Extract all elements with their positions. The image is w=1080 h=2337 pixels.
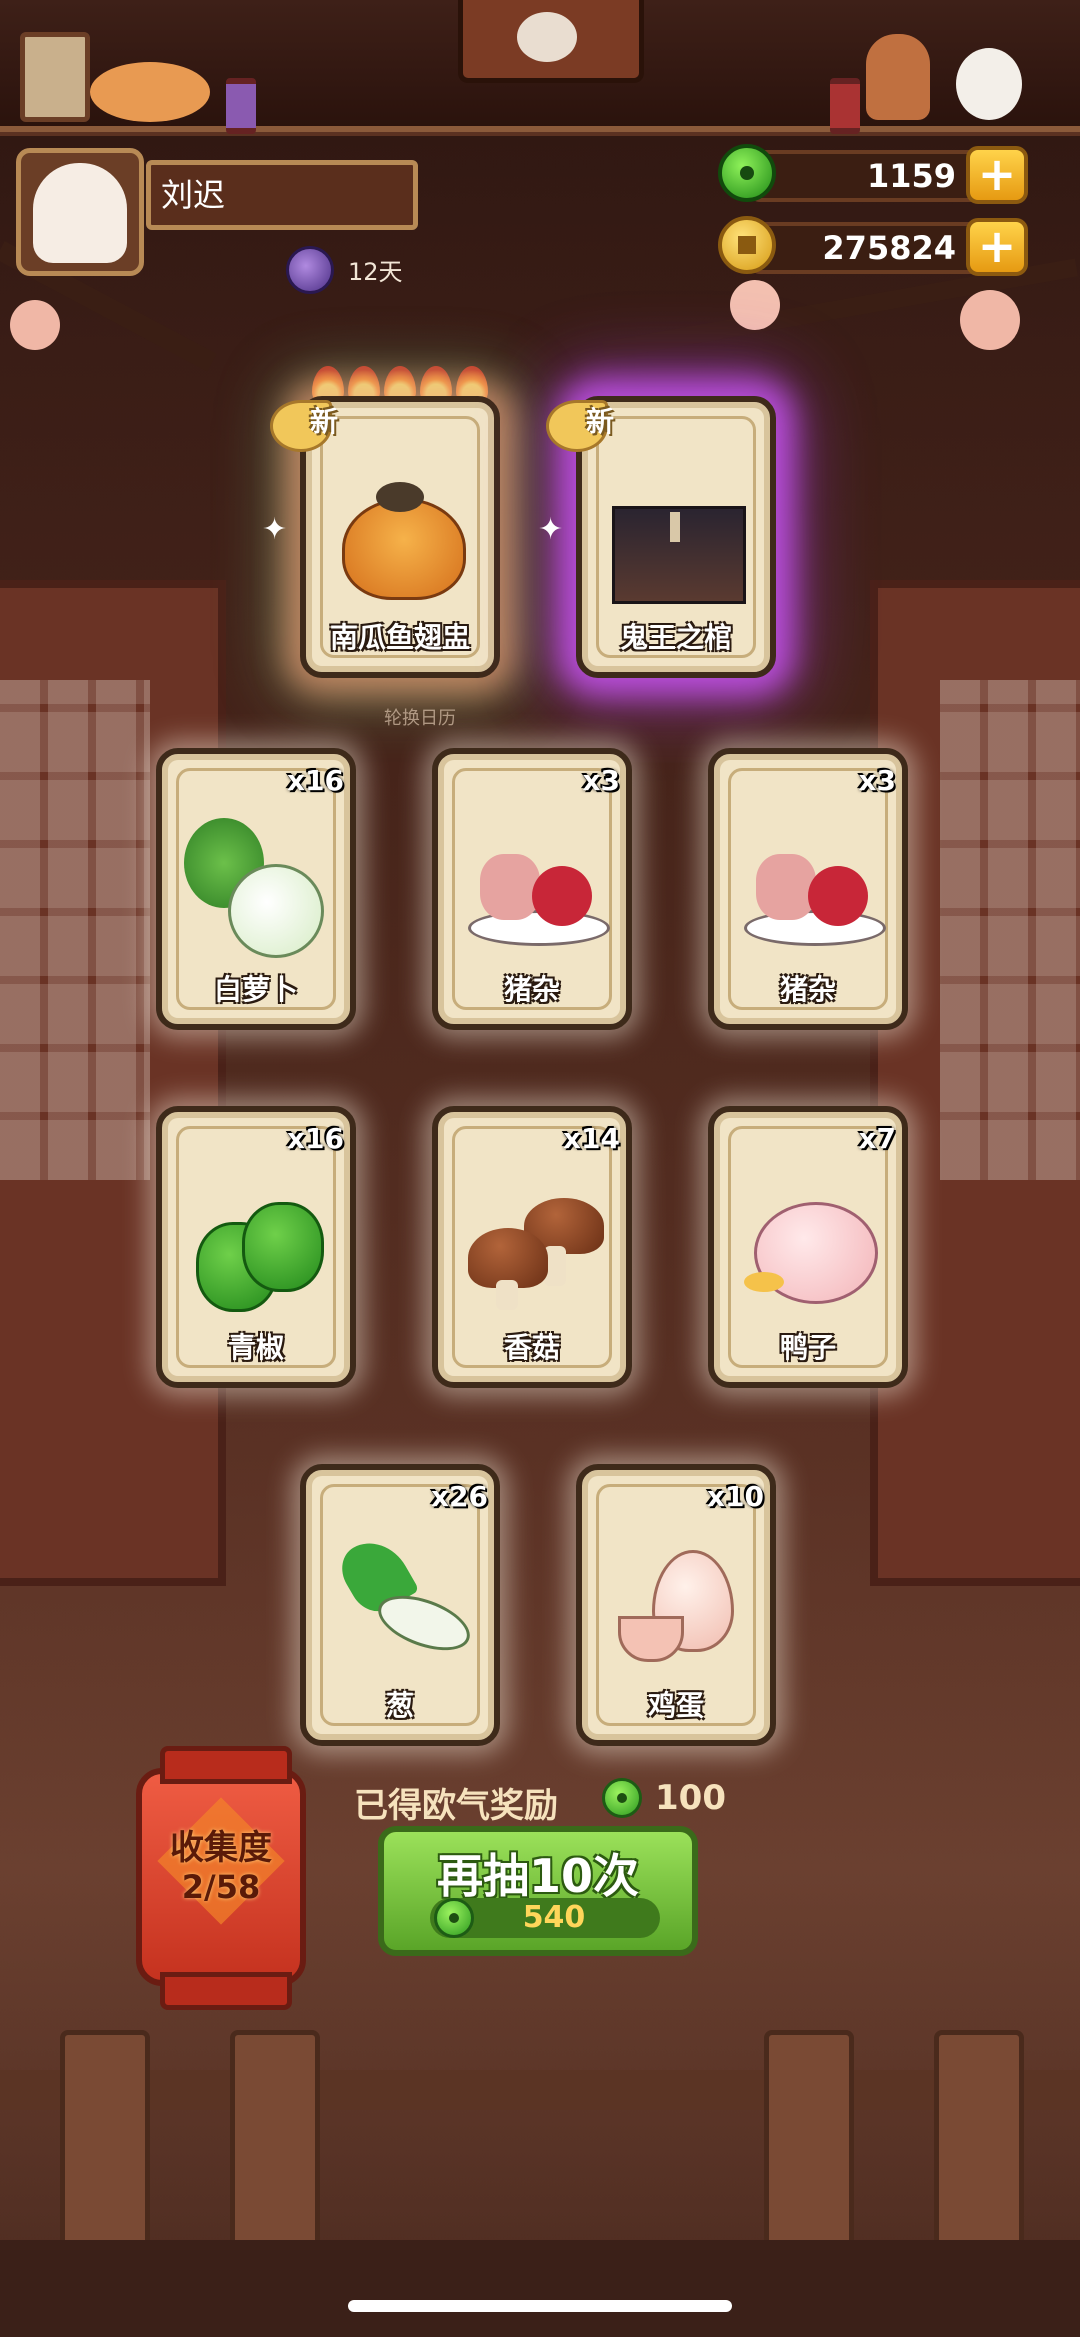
card-quantity: x16 [286, 764, 344, 797]
card-featured-1[interactable]: 新 南瓜鱼翅盅 [270, 396, 500, 678]
card-quantity: x3 [858, 764, 896, 797]
card-item[interactable]: x10 鸡蛋 [576, 1464, 776, 1746]
card-quantity: x7 [858, 1122, 896, 1155]
collection-progress-button[interactable]: 收集度 2/58 [136, 1746, 306, 2010]
card-label: 南瓜鱼翅盅 [329, 621, 470, 654]
shelf-edge [0, 126, 1080, 132]
fence-post [934, 2030, 1024, 2260]
draw-ten-again-button[interactable]: 再抽10次 540 [378, 1826, 698, 1956]
new-badge: 新 [546, 394, 666, 452]
right-lattice [940, 680, 1080, 1180]
collection-label: 收集度 [170, 1828, 272, 1868]
login-days-icon [286, 246, 334, 294]
card-item[interactable]: x16 白萝卜 [156, 748, 356, 1030]
player-name: 刘迟 [146, 160, 418, 230]
luck-reward-amount: 100 [655, 1778, 726, 1818]
card-label: 香菇 [503, 1331, 560, 1364]
pork-offal-icon [468, 814, 610, 954]
card-quantity: x3 [582, 764, 620, 797]
green-pepper-icon [192, 1172, 324, 1312]
draw-ten-label: 再抽10次 [436, 1849, 639, 1903]
card-quantity: x26 [430, 1480, 488, 1513]
white-radish-icon [184, 814, 324, 958]
rotation-calendar-label[interactable]: 轮换日历 [384, 704, 456, 730]
add-coins-button[interactable]: + [966, 218, 1028, 276]
card-item[interactable]: x14 香菇 [432, 1106, 632, 1388]
card-featured-2[interactable]: 新 鬼王之棺 [546, 396, 776, 678]
duck-icon [744, 1172, 878, 1312]
jade-coin-icon [434, 1898, 474, 1938]
card-item[interactable]: x16 青椒 [156, 1106, 356, 1388]
card-quantity: x10 [706, 1480, 764, 1513]
card-item[interactable]: x3 猪杂 [708, 748, 908, 1030]
spool-icon [830, 78, 860, 134]
doll-figure-icon [866, 34, 930, 120]
sparkle-icon: ✦ [538, 512, 564, 547]
fence-post [764, 2030, 854, 2260]
sparkle-icon: ✦ [262, 512, 288, 547]
coffin-scene-icon [612, 462, 746, 604]
cat-figure-icon [90, 62, 210, 122]
collection-progress: 2/58 [181, 1868, 261, 1906]
blossom-right [730, 280, 780, 330]
wall-picture [20, 32, 90, 122]
card-item[interactable]: x7 鸭子 [708, 1106, 908, 1388]
hanging-portrait [458, 0, 644, 83]
card-quantity: x14 [562, 1122, 620, 1155]
scallion-icon [332, 1529, 477, 1670]
card-label: 猪杂 [503, 973, 560, 1006]
avatar-face [33, 163, 127, 263]
card-item[interactable]: x3 猪杂 [432, 748, 632, 1030]
draw-cost: 540 [522, 1900, 586, 1935]
player-avatar[interactable] [16, 148, 144, 276]
blossom-left [10, 300, 60, 350]
fence-rail [0, 2070, 1080, 2110]
jade-coin-icon [602, 1778, 642, 1818]
card-item[interactable]: x26 葱 [300, 1464, 500, 1746]
pork-offal-icon [744, 814, 886, 954]
egg-icon [612, 1530, 740, 1670]
card-label: 猪杂 [779, 973, 836, 1006]
card-label: 鸭子 [779, 1331, 836, 1364]
left-lattice [0, 680, 150, 1180]
cat-figure-icon [956, 48, 1022, 120]
gold-coin-icon [718, 216, 776, 274]
card-label: 葱 [385, 1689, 414, 1722]
fence-post [230, 2030, 320, 2260]
card-label: 青椒 [227, 1331, 284, 1364]
spool-icon [226, 78, 256, 134]
fence-post [60, 2030, 150, 2260]
floor [0, 2240, 1080, 2337]
jade-coin-icon [718, 144, 776, 202]
login-days-text: 12天 [348, 258, 403, 286]
card-label: 白萝卜 [213, 973, 298, 1006]
home-indicator[interactable] [348, 2300, 732, 2312]
luck-reward-label: 已得欧气奖励 [354, 1786, 558, 1826]
card-label: 鬼王之棺 [619, 621, 732, 654]
new-badge: 新 [270, 394, 390, 452]
blossom-right [960, 290, 1020, 350]
card-label: 鸡蛋 [647, 1689, 704, 1722]
shiitake-mushroom-icon [468, 1172, 604, 1312]
pumpkin-soup-icon [336, 462, 466, 602]
card-quantity: x16 [286, 1122, 344, 1155]
add-jade-button[interactable]: + [966, 146, 1028, 204]
